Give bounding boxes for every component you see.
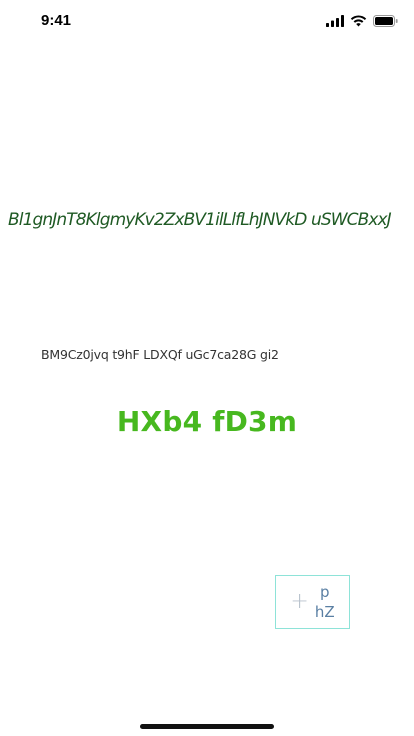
italic-tagline: Bl1gnJnT8KlgmyKv2ZxBV1ilLlfLhJNVkD uSWCB…	[8, 210, 392, 230]
wifi-icon	[350, 15, 367, 27]
app-screen: 9:41 Bl1gnJnT8KlgmyKv2ZxBV1ilLlfLhJNVkD …	[0, 0, 414, 736]
plus-icon: +	[290, 589, 309, 614]
add-button-label-top: p	[319, 583, 330, 601]
add-button-labels: p hZ	[315, 582, 335, 622]
home-indicator[interactable]	[140, 724, 274, 729]
status-icons	[326, 14, 398, 28]
add-button[interactable]: + p hZ	[275, 575, 350, 629]
signal-icon	[326, 15, 344, 27]
page-heading: HXb4 fD3m	[116, 405, 298, 438]
battery-icon	[373, 15, 398, 27]
caption-text: BM9Cz0jvq t9hF LDXQf uGc7ca28G gi2	[41, 347, 279, 362]
add-button-label-bottom: hZ	[314, 603, 335, 621]
status-time: 9:41	[41, 12, 72, 29]
